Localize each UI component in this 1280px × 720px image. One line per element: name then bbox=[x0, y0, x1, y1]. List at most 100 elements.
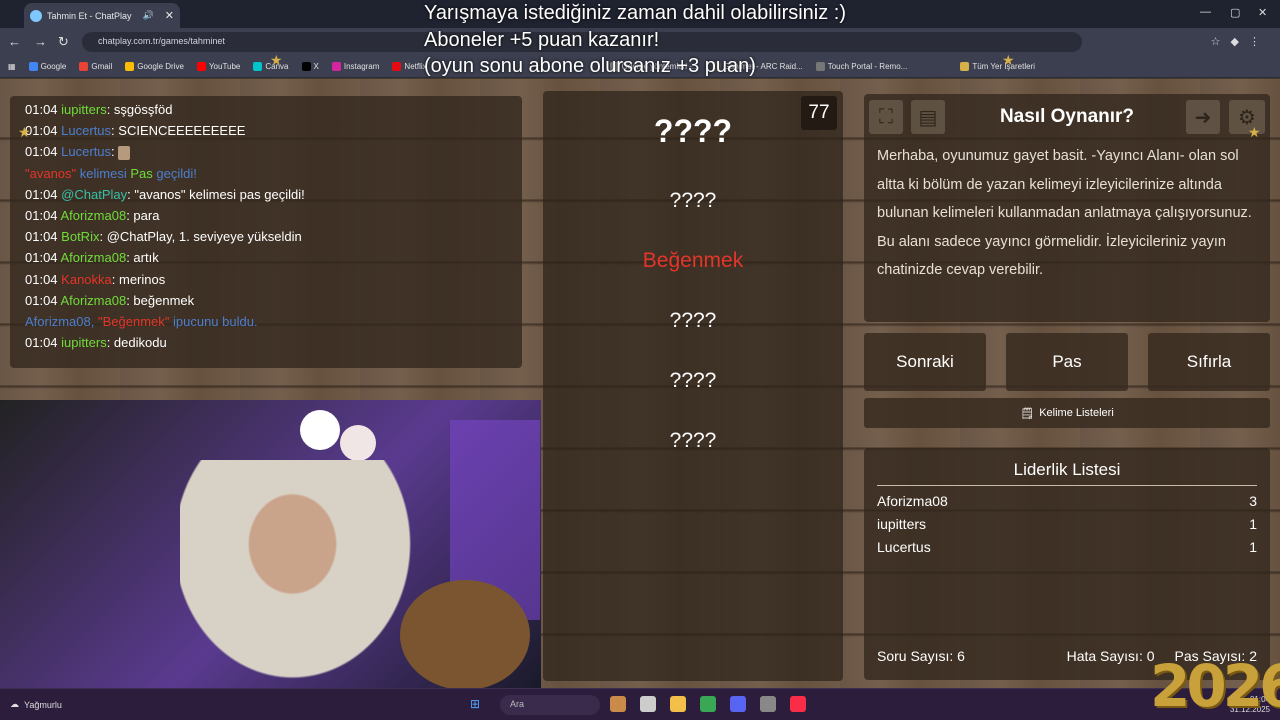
leaderboard-row: Lucertus 1 bbox=[877, 539, 1257, 555]
file-explorer-icon[interactable] bbox=[670, 696, 686, 712]
instagram-icon bbox=[331, 62, 341, 71]
google-icon bbox=[28, 62, 38, 71]
pass-button[interactable]: Pas bbox=[1006, 333, 1128, 391]
notepad-icon: 🗒 bbox=[1020, 407, 1035, 420]
canva-icon bbox=[253, 62, 263, 71]
chat-message: 01:04 @ChatPlay: "avanos" kelimesi pas g… bbox=[25, 186, 305, 202]
browser-tab[interactable]: Tahmin Et - ChatPlay 🔊 ✕ bbox=[24, 3, 180, 28]
touchportal-icon bbox=[815, 62, 825, 71]
cloud-icon: ☁ bbox=[10, 699, 19, 709]
divider bbox=[877, 485, 1257, 486]
howto-panel: ⛶ ▤ Nasıl Oynanır? ➜ ⚙ Merhaba, oyunumuz… bbox=[864, 94, 1270, 322]
bookmark-item[interactable]: Instagram bbox=[331, 62, 379, 71]
task-view-icon[interactable] bbox=[640, 696, 656, 712]
menu-icon[interactable]: ⋮ bbox=[1249, 35, 1260, 48]
drive-icon bbox=[125, 62, 135, 71]
chat-message: 01:04 Lucertus: SCIENCEEEEEEEEE bbox=[25, 123, 246, 139]
all-bookmarks[interactable]: Tüm Yer İşaretleri bbox=[960, 62, 1035, 71]
hint-message: Aforizma08, "Beğenmek" ipucunu buldu. bbox=[25, 313, 258, 329]
site-favicon-icon bbox=[30, 9, 42, 22]
error-count: Hata Sayısı: 0 bbox=[1066, 648, 1155, 664]
streamer-figure bbox=[180, 460, 430, 688]
timer-display: 77 bbox=[801, 96, 837, 130]
chrome-icon[interactable] bbox=[700, 696, 716, 712]
chat-message: 01:04 iupitters: dedikodu bbox=[25, 335, 167, 351]
x-icon bbox=[301, 62, 311, 71]
bookmark-item[interactable]: Google bbox=[28, 62, 66, 71]
close-tab-icon[interactable]: ✕ bbox=[165, 9, 174, 22]
star-decoration-icon: ★ bbox=[1248, 124, 1261, 140]
chat-message: 01:04 Aforizma08: artık bbox=[25, 250, 159, 266]
question-count: Soru Sayısı: 6 bbox=[877, 648, 965, 664]
bookmark-star-icon[interactable]: ☆ bbox=[1211, 35, 1221, 48]
next-button[interactable]: Sonraki bbox=[864, 333, 986, 391]
taskbar-apps bbox=[610, 696, 806, 712]
tab-title: Tahmin Et - ChatPlay bbox=[47, 10, 132, 21]
leaderboard-row: iupitters 1 bbox=[877, 516, 1257, 532]
howto-body: Merhaba, oyunumuz gayet basit. -Yayıncı … bbox=[877, 148, 1252, 278]
overlay-line-1: Yarışmaya istediğiniz zaman dahil olabil… bbox=[424, 2, 847, 24]
chat-message: 01:04 Aforizma08: para bbox=[25, 207, 160, 223]
minimize-icon[interactable]: — bbox=[1200, 6, 1211, 18]
folder-icon bbox=[960, 62, 970, 71]
taskbar: ☁ Yağmurlu ⊞ Ara 01:04 31.12.2025 bbox=[0, 688, 1280, 720]
taskbar-search[interactable]: Ara bbox=[500, 695, 600, 715]
hint-word-found: Beğenmek bbox=[642, 249, 744, 272]
bookmark-item[interactable]: Google Drive bbox=[125, 62, 184, 71]
speaker-icon[interactable]: 🔊 bbox=[143, 10, 154, 21]
extension-icon[interactable]: ◆ bbox=[1231, 35, 1239, 48]
bookmark-item[interactable]: Netflix bbox=[392, 62, 427, 71]
emote-icon bbox=[118, 145, 131, 160]
plush-toy bbox=[400, 580, 530, 688]
music-icon[interactable] bbox=[790, 696, 806, 712]
extension-icons: ☆ ◆ ⋮ bbox=[1211, 35, 1260, 48]
star-decoration-icon: ★ bbox=[1002, 52, 1015, 68]
word-lists-button[interactable]: 🗒 Kelime Listeleri bbox=[864, 398, 1270, 428]
words-panel: ???? ???? Beğenmek ???? ???? ???? bbox=[543, 91, 843, 681]
star-decoration-icon: ★ bbox=[18, 124, 31, 140]
chat-message: 01:04 BotRix: @ChatPlay, 1. seviyeye yük… bbox=[25, 229, 302, 245]
webcam-feed bbox=[0, 400, 541, 688]
gmail-icon bbox=[79, 62, 89, 71]
reload-icon[interactable]: ↻ bbox=[58, 34, 69, 50]
leaderboard-title: Liderlik Listesi bbox=[1013, 460, 1121, 479]
hat-decoration bbox=[340, 425, 376, 461]
star-decoration-icon: ★ bbox=[270, 52, 283, 68]
reset-button[interactable]: Sıfırla bbox=[1148, 333, 1270, 391]
netflix-icon bbox=[392, 62, 402, 71]
bookmark-item[interactable]: YouTube bbox=[196, 62, 240, 71]
window-close-icon[interactable]: ✕ bbox=[1258, 6, 1267, 19]
app-icon[interactable] bbox=[610, 696, 626, 712]
hat-decoration bbox=[300, 410, 340, 450]
hint-word: ???? bbox=[669, 309, 717, 332]
hint-word: ???? bbox=[669, 369, 717, 392]
leaderboard-row: Aforizma08 3 bbox=[877, 493, 1257, 509]
bookmark-item[interactable]: X bbox=[301, 62, 319, 71]
obs-icon[interactable] bbox=[760, 696, 776, 712]
chat-message: 01:04 Aforizma08: beğenmek bbox=[25, 292, 195, 308]
discord-icon[interactable] bbox=[730, 696, 746, 712]
leaderboard-panel: Liderlik Listesi Aforizma08 3 iupitters 1 … bbox=[864, 448, 1270, 680]
exit-icon[interactable]: ➜ bbox=[1186, 100, 1220, 134]
chat-panel: 01:04 iupitters: sşgösşföd 01:04 Lucertu… bbox=[10, 96, 522, 368]
weather-widget[interactable]: ☁ Yağmurlu bbox=[10, 699, 62, 710]
chat-message: 01:04 Kanokka: merinos bbox=[25, 271, 166, 287]
target-word: ???? bbox=[653, 113, 733, 149]
system-message: "avanos" kelimesi Pas geçildi! bbox=[25, 165, 197, 181]
word-lists-label: Kelime Listeleri bbox=[1039, 407, 1114, 419]
maximize-icon[interactable]: ▢ bbox=[1230, 6, 1240, 19]
back-icon[interactable]: ← bbox=[8, 34, 21, 49]
year-badge: 2026 bbox=[1150, 652, 1280, 720]
hint-word: ???? bbox=[669, 189, 717, 212]
bookmark-item[interactable]: Gmail bbox=[79, 62, 112, 71]
forward-icon[interactable]: → bbox=[34, 34, 47, 49]
overlay-line-2: Aboneler +5 puan kazanır! bbox=[424, 29, 660, 51]
youtube-icon bbox=[196, 62, 206, 71]
apps-icon[interactable]: ▦ bbox=[8, 62, 16, 71]
hint-word: ???? bbox=[669, 429, 717, 452]
chat-message: 01:04 iupitters: sşgösşföd bbox=[25, 102, 173, 117]
overlay-line-3: (oyun sonu abone olursanız +3 puan) bbox=[424, 55, 756, 77]
chat-message: 01:04 Lucertus: bbox=[25, 141, 507, 162]
windows-start-icon[interactable]: ⊞ bbox=[470, 697, 480, 711]
bookmark-item[interactable]: Touch Portal - Remo... bbox=[815, 62, 907, 71]
